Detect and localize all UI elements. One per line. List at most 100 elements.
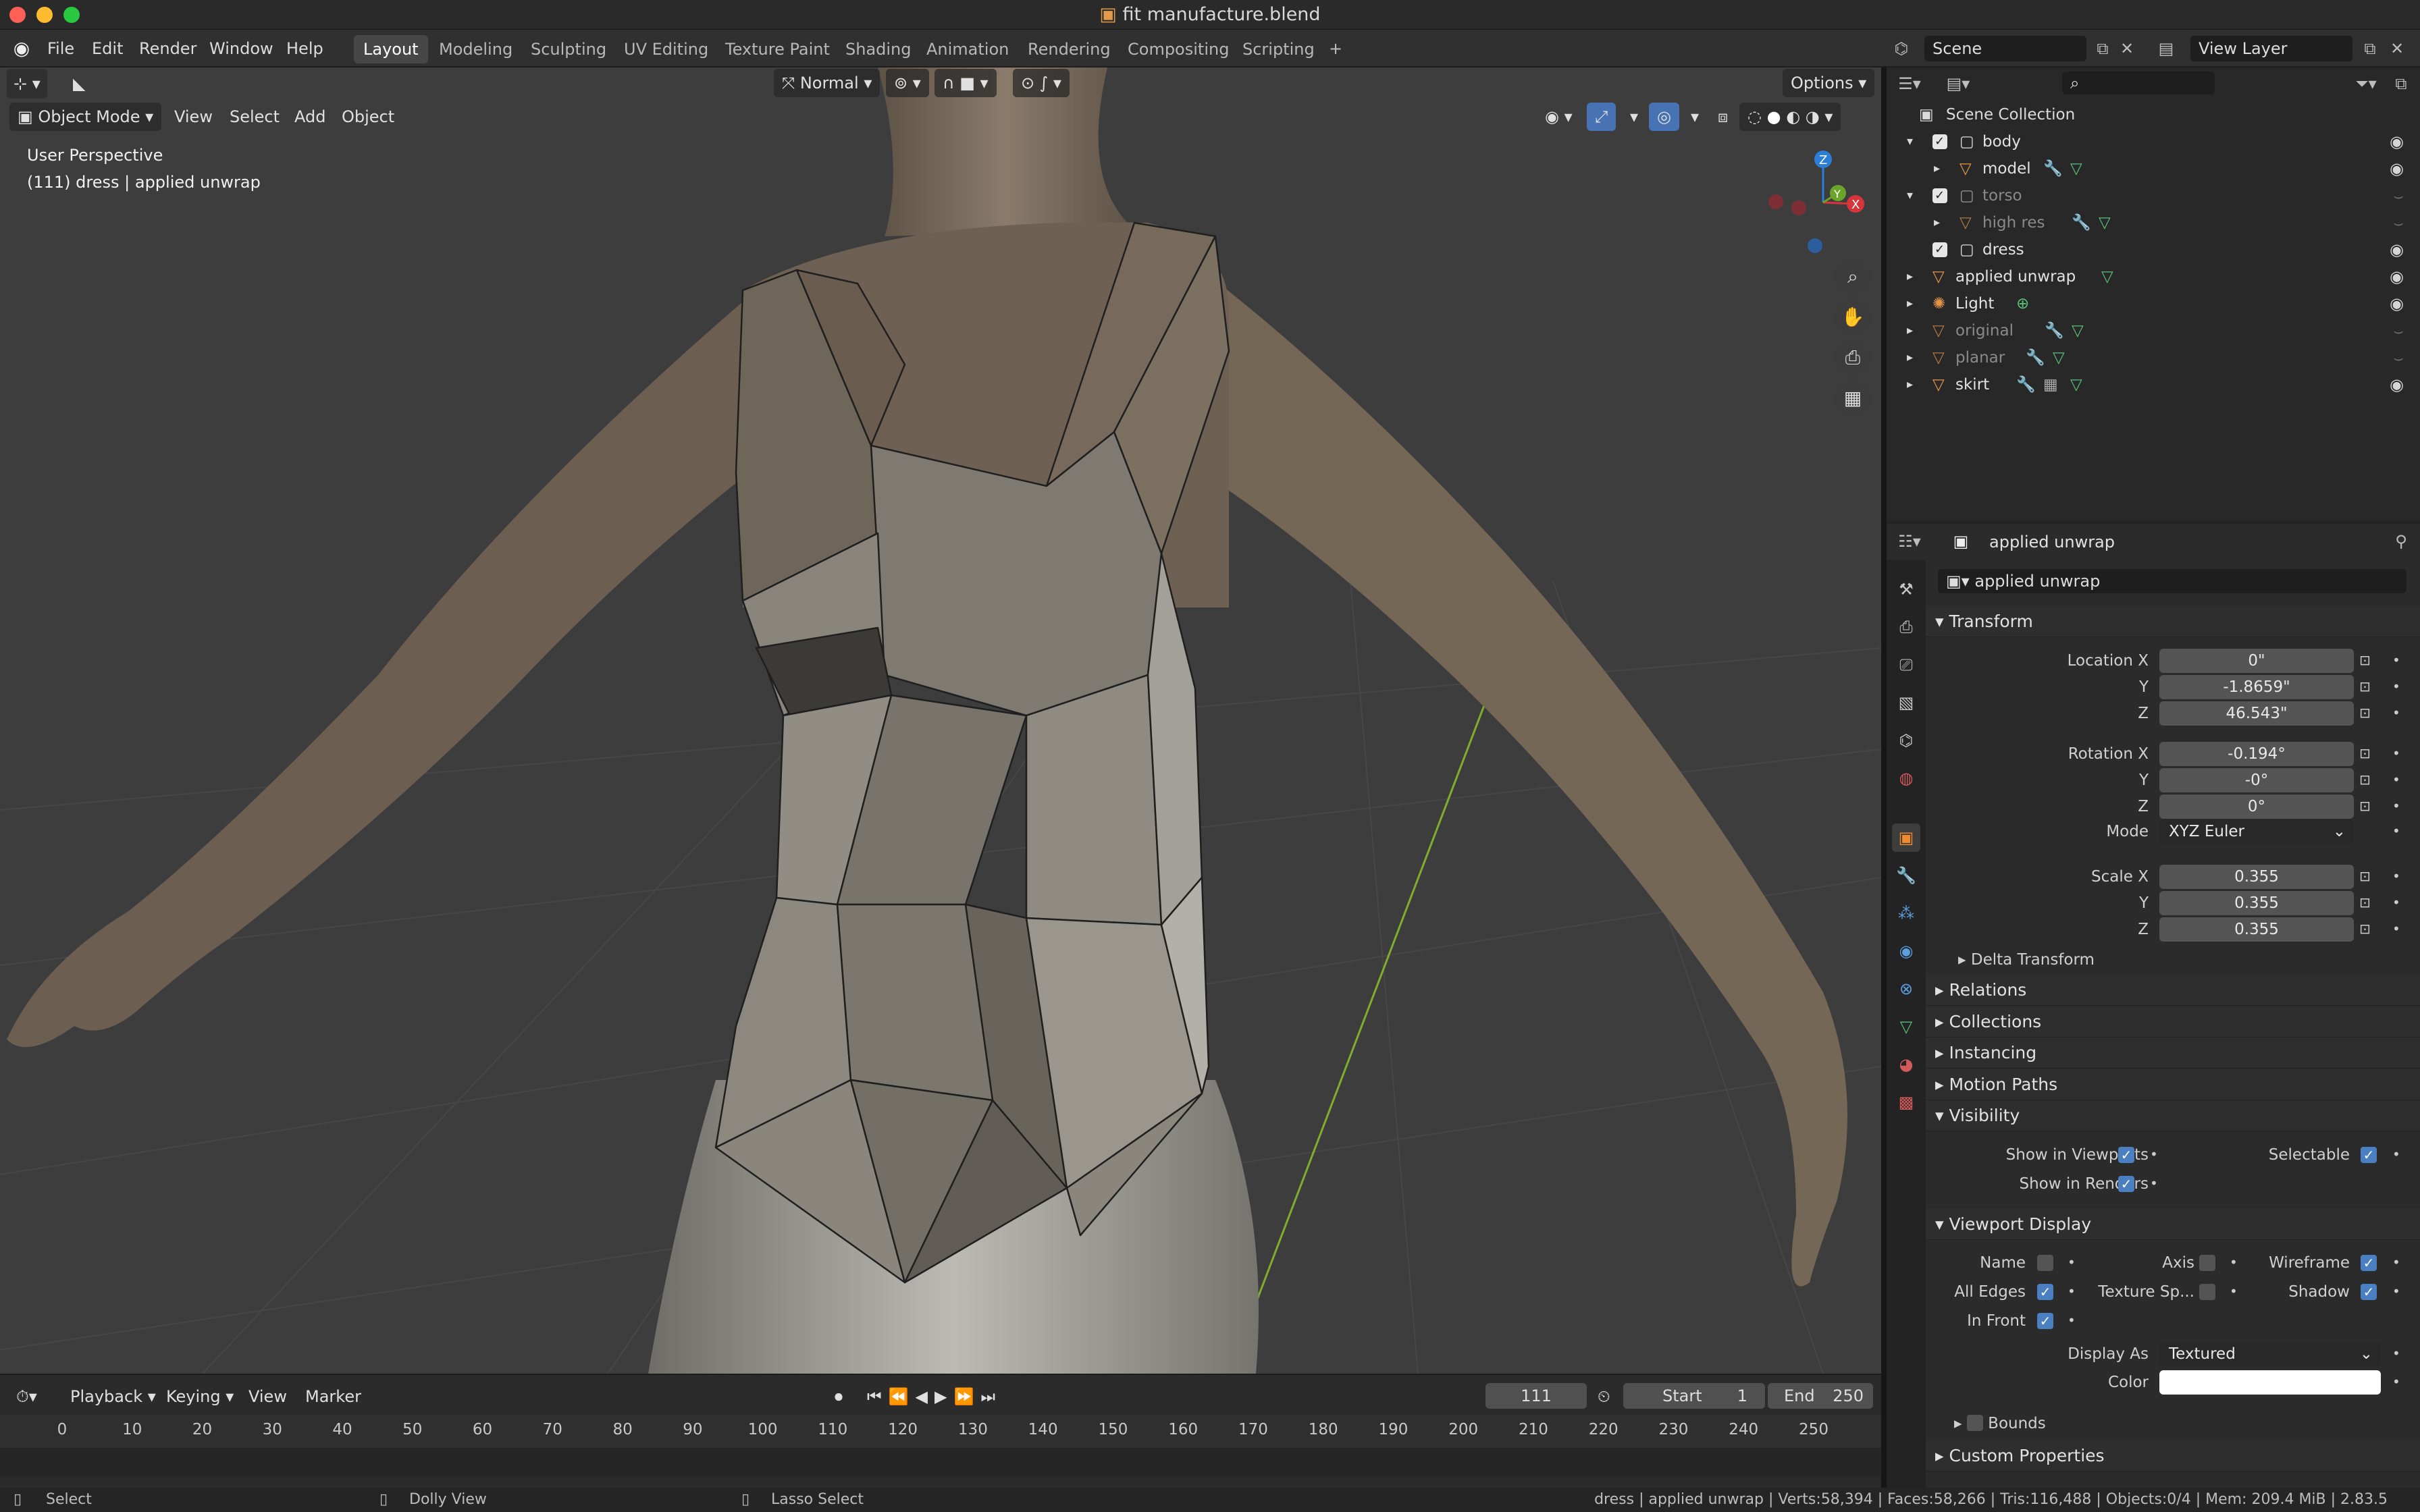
menu-render[interactable]: Render (134, 35, 202, 62)
object-tab-icon[interactable]: ▣ (1892, 824, 1920, 852)
expand-arrow-icon[interactable]: ▸ (1907, 317, 1913, 344)
expand-arrow-icon[interactable]: ▾ (1907, 128, 1913, 155)
display-mode-icon[interactable]: ▤▾ (1945, 70, 1972, 97)
properties-editor-icon[interactable]: ☷▾ (1896, 528, 1923, 555)
start-frame-field[interactable]: Start 1 (1623, 1383, 1765, 1409)
panel-header-collections[interactable]: ▸ Collections (1926, 1006, 2420, 1037)
stopwatch-icon[interactable]: ⏲ (1591, 1382, 1617, 1411)
keyframe-dot-icon[interactable]: • (2068, 1254, 2076, 1270)
show-in-viewports-checkbox[interactable]: ✓ (2118, 1147, 2134, 1163)
output-tab-icon[interactable]: ⎚ (1892, 651, 1920, 679)
outliner-item-dress[interactable]: ✓ ▢ dress ◉ (1887, 236, 2420, 263)
menu-window[interactable]: Window (204, 35, 279, 62)
visibility-dropdown[interactable]: ◉ ▾ (1537, 103, 1581, 131)
lock-icon[interactable]: ⊡ (2359, 921, 2371, 937)
physics-tab-icon[interactable]: ◉ (1892, 937, 1920, 965)
exclude-checkbox[interactable]: ✓ (1932, 188, 1947, 203)
expand-arrow-icon[interactable]: ▸ (1934, 209, 1940, 236)
keyframe-dot-icon[interactable]: • (2392, 798, 2400, 814)
keyframe-dot-icon[interactable]: • (2392, 745, 2400, 761)
particles-tab-icon[interactable]: ⁂ (1892, 899, 1920, 927)
show-in-renders-checkbox[interactable]: ✓ (2118, 1176, 2134, 1192)
viewport-menu-view[interactable]: View (166, 103, 221, 131)
tab-shading[interactable]: Shading (836, 35, 921, 63)
orientation-dropdown[interactable]: ⤧ Normal ▾ (774, 69, 880, 97)
outliner-item-model[interactable]: ▸ ▽ model 🔧 ▽ ◉ (1887, 155, 2420, 182)
scale-x-field[interactable]: 0.355 (2159, 865, 2354, 889)
ortho-grid-icon[interactable]: ▦ (1835, 381, 1870, 416)
keyframe-dot-icon[interactable]: • (2392, 868, 2400, 884)
location-x-field[interactable]: 0" (2159, 649, 2354, 673)
outliner-item-skirt[interactable]: ▸ ▽ skirt 🔧 ▦ ▽ ◉ (1887, 371, 2420, 398)
shading-switcher[interactable]: ◌ ● ◐ ◑ ▾ (1739, 103, 1841, 131)
outliner-scene-collection[interactable]: ▣ Scene Collection (1887, 101, 2420, 128)
outliner-item-applied-unwrap[interactable]: ▸ ▽ applied unwrap ▽ ◉ (1887, 263, 2420, 290)
keyframe-dot-icon[interactable]: • (2230, 1254, 2238, 1270)
custom-properties-header[interactable]: ▸ Custom Properties (1926, 1440, 2420, 1472)
outliner-item-torso[interactable]: ▾ ✓ ▢ torso ⌣ (1887, 182, 2420, 209)
zoom-icon[interactable]: ⌕ (1835, 259, 1870, 294)
wrench-icon[interactable]: 🔧 (2016, 371, 2036, 398)
object-name-field[interactable]: ▣▾ applied unwrap (1938, 569, 2406, 593)
eye-icon[interactable]: ◉ (2390, 128, 2404, 155)
keyframe-dot-icon[interactable]: • (2392, 652, 2400, 668)
outliner-search-input[interactable]: ⌕ (2062, 72, 2215, 94)
expand-arrow-icon[interactable]: ▸ (1907, 344, 1913, 371)
tab-compositing[interactable]: Compositing (1118, 35, 1238, 63)
bounds-checkbox[interactable] (1966, 1414, 1983, 1431)
mode-selector[interactable]: ▣ Object Mode ▾ (9, 103, 162, 131)
record-button[interactable]: ⏺ (828, 1382, 849, 1411)
rotation-x-field[interactable]: -0.194° (2159, 742, 2354, 766)
navigation-gizmo[interactable]: X Z Y (1768, 151, 1864, 253)
modifiers-tab-icon[interactable]: 🔧 (1892, 861, 1920, 890)
mesh-data-icon[interactable]: ▽ (2070, 371, 2082, 398)
viewport-menu-add[interactable]: Add (286, 103, 334, 131)
expand-arrow-icon[interactable]: ▸ (1907, 290, 1913, 317)
outliner-item-body[interactable]: ▾ ✓ ▢ body ◉ (1887, 128, 2420, 155)
outliner-item-original[interactable]: ▸ ▽ original 🔧 ▽ ⌣ (1887, 317, 2420, 344)
prev-keyframe-icon[interactable]: ⏪ (889, 1387, 916, 1406)
camera-icon[interactable]: ⎙ (1835, 340, 1870, 375)
display-axis-checkbox[interactable] (2199, 1255, 2215, 1271)
expand-arrow-icon[interactable]: ▸ (1934, 155, 1940, 182)
wrench-icon[interactable]: 🔧 (2026, 344, 2045, 371)
eye-icon[interactable]: ◉ (2390, 155, 2404, 182)
mesh-data-tab-icon[interactable]: ▽ (1892, 1013, 1920, 1041)
overlays-dropdown[interactable]: ▾ (1683, 103, 1707, 131)
view-layer-tab-icon[interactable]: ▧ (1892, 688, 1920, 717)
tab-sculpting[interactable]: Sculpting (521, 35, 616, 63)
outliner-item-planar[interactable]: ▸ ▽ planar 🔧 ▽ ⌣ (1887, 344, 2420, 371)
expand-arrow-icon[interactable]: ▸ (1907, 371, 1913, 398)
color-swatch[interactable] (2159, 1370, 2381, 1395)
keyframe-dot-icon[interactable]: • (2150, 1146, 2158, 1162)
mesh-data-icon[interactable]: ▽ (2101, 263, 2113, 290)
bounds-row[interactable]: ▸ Bounds (1954, 1411, 2046, 1436)
keyframe-dot-icon[interactable]: • (2068, 1312, 2076, 1328)
lock-icon[interactable]: ⊡ (2359, 705, 2371, 721)
eye-icon[interactable]: ◉ (2390, 290, 2404, 317)
rotation-z-field[interactable]: 0° (2159, 794, 2354, 819)
new-scene-icon[interactable]: ⧉ (2089, 35, 2116, 62)
lock-icon[interactable]: ⊡ (2359, 798, 2371, 814)
blender-logo-icon[interactable]: ◉ (8, 35, 35, 62)
pivot-dropdown[interactable]: ⊚ ▾ (886, 69, 929, 97)
tool-tab-icon[interactable]: ⚒ (1892, 575, 1920, 603)
eye-icon[interactable]: ◉ (2390, 236, 2404, 263)
tab-rendering[interactable]: Rendering (1018, 35, 1120, 63)
lock-icon[interactable]: ⊡ (2359, 678, 2371, 695)
tab-modeling[interactable]: Modeling (429, 35, 522, 63)
play-reverse-icon[interactable]: ◀ (916, 1387, 935, 1406)
keyframe-dot-icon[interactable]: • (2392, 705, 2400, 721)
keyframe-dot-icon[interactable]: • (2068, 1283, 2076, 1299)
in-front-checkbox[interactable]: ✓ (2037, 1313, 2053, 1329)
timeline-menu-keying[interactable]: Keying ▾ (159, 1382, 240, 1411)
constraints-tab-icon[interactable]: ⊗ (1892, 975, 1920, 1003)
keyframe-dot-icon[interactable]: • (2392, 823, 2400, 839)
view-layer-field[interactable]: View Layer (2190, 36, 2352, 61)
mesh-data-icon[interactable]: ▽ (2053, 344, 2065, 371)
display-wireframe-checkbox[interactable]: ✓ (2361, 1255, 2377, 1271)
jump-end-icon[interactable]: ⏭ (980, 1387, 1002, 1406)
eye-closed-icon[interactable]: ⌣ (2393, 317, 2404, 344)
editor-type-icon[interactable]: ⊹ ▾ (7, 69, 47, 99)
tab-layout[interactable]: Layout (354, 35, 428, 63)
